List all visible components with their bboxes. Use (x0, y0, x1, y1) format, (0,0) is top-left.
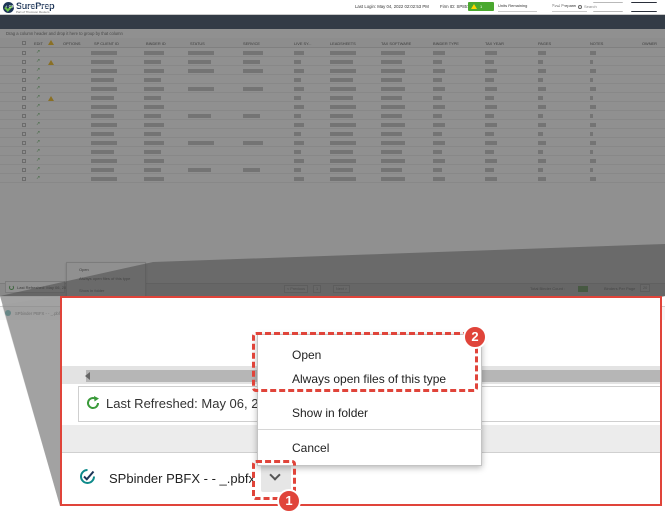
dim-overlay (0, 15, 665, 296)
create-new-binder-button[interactable]: + CREATE NEW BINDER (5, 4, 53, 9)
brand-tagline: Part of Thomson Reuters (16, 10, 50, 14)
alert-button[interactable]: 1 (468, 2, 494, 11)
show-binders-select[interactable]: Show All Binders (256, 4, 287, 9)
export-to-excel-button[interactable]: EXPORT TO EXCEL (527, 4, 566, 9)
download-file-name[interactable]: SPbinder PBFX - - _.pbfx (15, 311, 62, 316)
zoomed-callout: Last Refreshed: May 06, 202 SPbinder PBF… (60, 296, 662, 506)
warning-icon (471, 4, 477, 9)
download-files-button[interactable]: DOWNLOAD FILES (128, 4, 165, 9)
search-input[interactable]: Search (576, 3, 661, 11)
last-refreshed-text: Last Refreshed: May 06, 202 (106, 396, 273, 411)
step-badge-1: 1 (277, 489, 301, 513)
search-placeholder: Search (584, 4, 597, 9)
search-icon (578, 5, 582, 9)
menu-divider (258, 429, 482, 430)
refresh-icon (87, 396, 100, 409)
clear-filter-button[interactable]: CLEAR FILTER (183, 4, 212, 9)
last-login: Last Login: May 04, 2022 02:02:53 PM (355, 4, 429, 9)
file-check-icon (5, 310, 11, 316)
file-check-icon (80, 469, 95, 484)
year-select[interactable]: 2022 (230, 4, 239, 9)
menu-item-show-in-folder[interactable]: Show in folder (292, 406, 368, 420)
download-file-name[interactable]: SPbinder PBFX - - _.pbfx (109, 471, 255, 486)
scroll-left-icon[interactable] (85, 372, 90, 380)
firm-id: Firm ID: SP8571 (440, 4, 472, 9)
highlight-menu-options (252, 332, 478, 392)
column-setup-button[interactable]: COLUMN SETUP (80, 4, 113, 9)
chevron-down-icon[interactable]: ▾ (66, 4, 68, 9)
zoom-wedge-side (2, 296, 60, 506)
menu-item-cancel[interactable]: Cancel (292, 441, 329, 455)
step-badge-2: 2 (463, 325, 487, 349)
alert-count: 1 (480, 4, 483, 9)
